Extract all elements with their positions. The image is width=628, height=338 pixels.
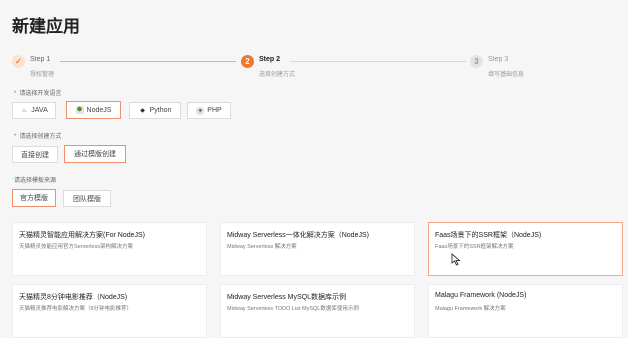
step-connector-2: [290, 61, 466, 62]
create-from-template-option[interactable]: 通过模版创建: [64, 145, 126, 163]
step-2-number: 2: [241, 55, 254, 68]
official-template-option[interactable]: 官方模版: [12, 189, 56, 207]
template-card-title: 天猫精灵8分钟电影推荐（NodeJS): [19, 294, 128, 301]
template-card-title: Midway Serverless一体化解决方案（NodeJS): [227, 232, 369, 239]
template-card-title: Faas场景下的SSR框架（NodeJS): [435, 232, 542, 239]
step-connector-1: [60, 61, 236, 62]
language-option-php[interactable]: ● PHP: [187, 102, 231, 119]
template-card-desc: Midway Serverless TODO List MySQL数据库使用示例: [227, 306, 359, 312]
step-1-title: Step 1: [30, 56, 51, 63]
template-card[interactable]: 天猫精灵智能应用解决方案(For NodeJS) 天猫精灵技能应用官方Serve…: [12, 222, 207, 276]
step-2-title: Step 2: [259, 56, 281, 63]
template-card-title: 天猫精灵智能应用解决方案(For NodeJS): [19, 232, 146, 239]
template-source-label: 请选择模板来源: [14, 178, 57, 184]
team-template-option[interactable]: 团队模版: [63, 190, 111, 207]
php-icon: ●: [196, 106, 205, 115]
java-icon: ♨: [21, 107, 27, 114]
template-card-desc: Midway Serverless 解决方案: [227, 244, 297, 250]
step-2-desc: 选择创建方式: [259, 72, 296, 78]
template-card-title: Midway Serverless MySQL数据库示例: [227, 294, 347, 301]
template-card[interactable]: 天猫精灵8分钟电影推荐（NodeJS) 天猫精灵推荐电影解决方案（8分钟电影推荐…: [12, 284, 207, 338]
language-option-java[interactable]: ♨ JAVA: [12, 102, 56, 119]
language-option-python[interactable]: ◆ Python: [129, 102, 181, 119]
template-card-desc: Malagu Framework 解决方案: [435, 306, 506, 312]
step-3-number: 3: [470, 55, 483, 68]
nodejs-icon: ⬢: [75, 106, 84, 114]
template-card-desc: Faas场景下的SSR框架解决方案: [435, 244, 514, 250]
create-method-label: * 请选择创建方式: [14, 134, 62, 140]
template-card[interactable]: Malagu Framework (NodeJS) Malagu Framewo…: [428, 284, 623, 338]
step-3-desc: 填写基础信息: [488, 72, 525, 78]
check-icon: ✓: [12, 55, 25, 68]
template-card[interactable]: Midway Serverless MySQL数据库示例 Midway Serv…: [220, 284, 415, 338]
template-card-title: Malagu Framework (NodeJS): [435, 292, 527, 299]
python-icon: ◆: [140, 107, 145, 114]
step-1-desc: 授权管理: [30, 72, 55, 78]
template-card-desc: 天猫精灵技能应用官方Serverless架构解决方案: [19, 244, 133, 250]
template-card-desc: 天猫精灵推荐电影解决方案（8分钟电影推荐）: [19, 306, 133, 312]
language-option-nodejs[interactable]: ⬢ NodeJS: [66, 101, 121, 119]
create-direct-option[interactable]: 直接创建: [12, 146, 58, 163]
step-3-title: Step 3: [488, 56, 509, 63]
page-title: 新建应用: [12, 17, 80, 36]
language-label: * 请选择开发语言: [14, 91, 62, 97]
cursor-icon: [451, 253, 461, 266]
template-card[interactable]: Midway Serverless一体化解决方案（NodeJS) Midway …: [220, 222, 415, 276]
template-card[interactable]: Faas场景下的SSR框架（NodeJS) Faas场景下的SSR框架解决方案: [428, 222, 623, 276]
